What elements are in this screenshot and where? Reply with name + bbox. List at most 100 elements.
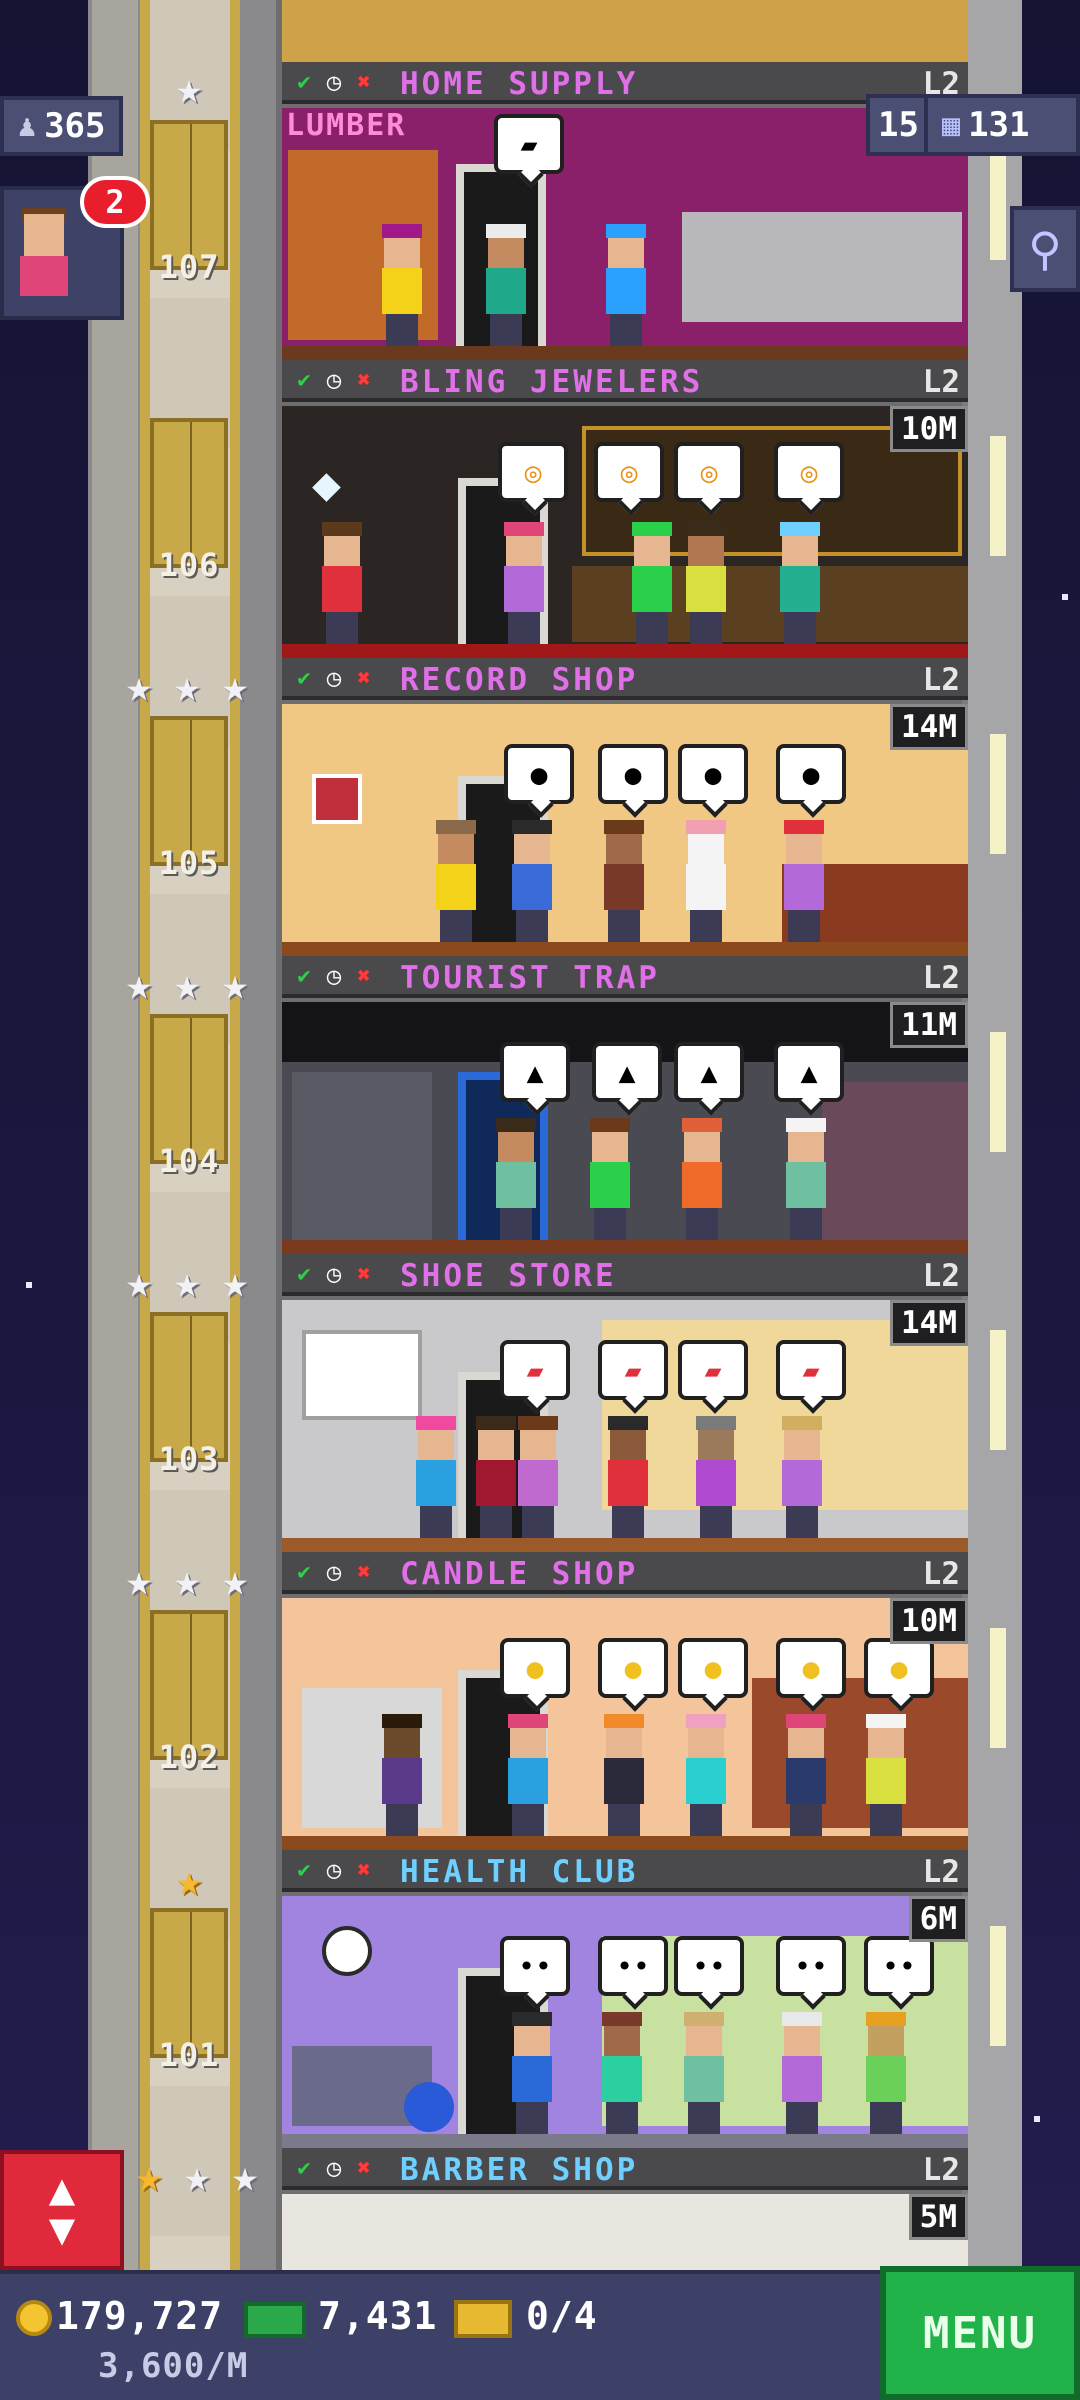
item-request-bubble[interactable]: ▲ — [674, 1042, 744, 1102]
item-request-bubble[interactable]: ● — [678, 1638, 748, 1698]
bitizen[interactable] — [598, 2012, 644, 2134]
check-icon[interactable]: ✔ — [290, 1558, 318, 1586]
item-request-bubble[interactable]: •• — [776, 1936, 846, 1996]
bitizen[interactable] — [412, 1416, 458, 1538]
floors-counter[interactable]: ▦ 131 — [924, 94, 1080, 156]
bitizen[interactable] — [600, 820, 646, 942]
bitizen[interactable] — [692, 1416, 738, 1538]
clock-icon[interactable]: ◷ — [320, 962, 348, 990]
x-icon[interactable]: ✖ — [350, 664, 378, 692]
x-icon[interactable]: ✖ — [350, 2154, 378, 2182]
item-request-bubble[interactable]: ▰ — [494, 114, 564, 174]
bitizen[interactable] — [782, 1714, 828, 1836]
bitizen[interactable] — [514, 1416, 560, 1538]
item-request-bubble[interactable]: ● — [500, 1638, 570, 1698]
item-request-bubble[interactable]: ▰ — [500, 1340, 570, 1400]
check-icon[interactable]: ✔ — [290, 68, 318, 96]
bitizen[interactable] — [782, 1118, 828, 1240]
bitizen[interactable] — [378, 1714, 424, 1836]
bitizen[interactable] — [432, 820, 478, 942]
bitizen[interactable] — [504, 1714, 550, 1836]
bitizen[interactable] — [862, 1714, 908, 1836]
item-request-bubble[interactable]: ◎ — [674, 442, 744, 502]
item-request-bubble[interactable]: ● — [598, 1638, 668, 1698]
item-request-bubble[interactable]: ◎ — [498, 442, 568, 502]
clock-icon[interactable]: ◷ — [320, 2154, 348, 2182]
check-icon[interactable]: ✔ — [290, 664, 318, 692]
x-icon[interactable]: ✖ — [350, 68, 378, 96]
bitizen[interactable] — [678, 1118, 724, 1240]
clock-icon[interactable]: ◷ — [320, 664, 348, 692]
x-icon[interactable]: ✖ — [350, 1558, 378, 1586]
item-request-bubble[interactable]: ● — [678, 744, 748, 804]
check-icon[interactable]: ✔ — [290, 2154, 318, 2182]
x-icon[interactable]: ✖ — [350, 1260, 378, 1288]
bitizen[interactable] — [680, 2012, 726, 2134]
x-icon[interactable]: ✖ — [350, 366, 378, 394]
floor-tourist-trap[interactable]: ✔ ◷ ✖ TOURIST TRAP L2 ▲ ▲ ▲ ▲ 11M — [282, 956, 968, 1254]
bitizen[interactable] — [318, 522, 364, 644]
item-request-bubble[interactable]: ● — [598, 744, 668, 804]
item-request-bubble[interactable]: ◎ — [594, 442, 664, 502]
check-icon[interactable]: ✔ — [290, 1260, 318, 1288]
search-button[interactable]: ⚲ — [1010, 206, 1080, 292]
floor-candle-shop[interactable]: ✔ ◷ ✖ CANDLE SHOP L2 ● ● ● ● ● 10M — [282, 1552, 968, 1850]
item-request-bubble[interactable]: ● — [776, 1638, 846, 1698]
bitizen[interactable] — [682, 820, 728, 942]
bitizen[interactable] — [600, 1714, 646, 1836]
x-icon[interactable]: ✖ — [350, 962, 378, 990]
check-icon[interactable]: ✔ — [290, 962, 318, 990]
population-counter[interactable]: ♟ 365 — [0, 96, 124, 156]
bitizen[interactable] — [778, 2012, 824, 2134]
clock-icon[interactable]: ◷ — [320, 1558, 348, 1586]
floor-partial-top[interactable] — [282, 0, 968, 62]
item-request-bubble[interactable]: •• — [674, 1936, 744, 1996]
bitizen[interactable] — [492, 1118, 538, 1240]
clock-icon[interactable]: ◷ — [320, 1856, 348, 1884]
bux-value[interactable]: 7,431 — [318, 2294, 437, 2338]
check-icon[interactable]: ✔ — [290, 1856, 318, 1884]
item-request-bubble[interactable]: ● — [776, 744, 846, 804]
bitizen[interactable] — [780, 820, 826, 942]
item-request-bubble[interactable]: ▰ — [776, 1340, 846, 1400]
clock-icon[interactable]: ◷ — [320, 68, 348, 96]
floor-record-shop[interactable]: ✔ ◷ ✖ RECORD SHOP L2 ● ● ● ● 14M — [282, 658, 968, 956]
bitizen[interactable] — [508, 2012, 554, 2134]
item-request-bubble[interactable]: ▲ — [500, 1042, 570, 1102]
item-request-bubble[interactable]: ◎ — [774, 442, 844, 502]
floor-barber-shop[interactable]: ✔ ◷ ✖ BARBER SHOP L2 5M — [282, 2148, 968, 2270]
item-request-bubble[interactable]: ● — [864, 1638, 934, 1698]
clock-icon[interactable]: ◷ — [320, 366, 348, 394]
tickets-value[interactable]: 0/4 — [526, 2294, 598, 2338]
bitizen[interactable] — [472, 1416, 518, 1538]
bitizen[interactable] — [776, 522, 822, 644]
floor-bling-jewelers[interactable]: ✔ ◷ ✖ BLING JEWELERS L2 ◆ ◎ ◎ ◎ ◎ 10M — [282, 360, 968, 658]
bitizen[interactable] — [628, 522, 674, 644]
item-request-bubble[interactable]: ● — [504, 744, 574, 804]
bitizen[interactable] — [862, 2012, 908, 2134]
bitizen[interactable] — [682, 1714, 728, 1836]
clock-icon[interactable]: ◷ — [320, 1260, 348, 1288]
bitizen[interactable] — [778, 1416, 824, 1538]
bitizen[interactable] — [602, 224, 648, 346]
menu-button[interactable]: MENU — [880, 2266, 1080, 2400]
bitizen[interactable] — [378, 224, 424, 346]
item-request-bubble[interactable]: ▲ — [774, 1042, 844, 1102]
bitizen[interactable] — [604, 1416, 650, 1538]
floor-shoe-store[interactable]: ✔ ◷ ✖ SHOE STORE L2 ▰ ▰ ▰ ▰ 14M — [282, 1254, 968, 1552]
item-request-bubble[interactable]: •• — [864, 1936, 934, 1996]
bitizen[interactable] — [586, 1118, 632, 1240]
floor-health-club[interactable]: ✔ ◷ ✖ HEALTH CLUB L2 •• •• •• •• •• 6M — [282, 1850, 968, 2148]
bitizen[interactable] — [482, 224, 528, 346]
bitizen[interactable] — [508, 820, 554, 942]
check-icon[interactable]: ✔ — [290, 366, 318, 394]
item-request-bubble[interactable]: ▰ — [598, 1340, 668, 1400]
item-request-bubble[interactable]: •• — [500, 1936, 570, 1996]
bitizen[interactable] — [682, 522, 728, 644]
elevator-control-button[interactable]: ▲ ▼ — [0, 2150, 124, 2270]
item-request-bubble[interactable]: •• — [598, 1936, 668, 1996]
item-request-bubble[interactable]: ▰ — [678, 1340, 748, 1400]
item-request-bubble[interactable]: ▲ — [592, 1042, 662, 1102]
bitizen[interactable] — [500, 522, 546, 644]
x-icon[interactable]: ✖ — [350, 1856, 378, 1884]
